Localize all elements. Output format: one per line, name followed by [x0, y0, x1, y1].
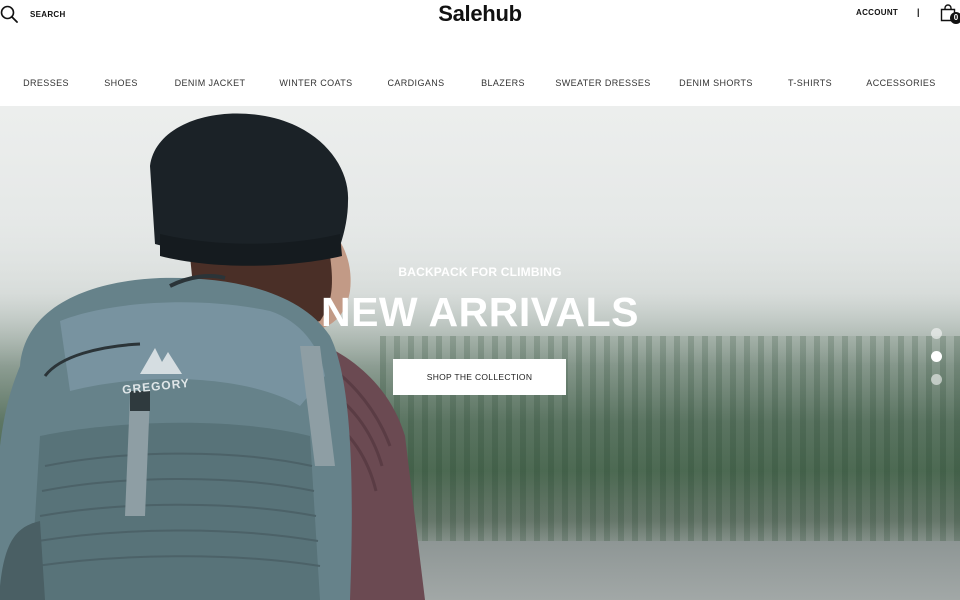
carousel-dot-2-active[interactable] — [931, 351, 942, 362]
nav-item-dresses[interactable]: DRESSES — [23, 78, 69, 88]
shop-collection-button[interactable]: SHOP THE COLLECTION — [393, 359, 566, 395]
carousel-pagination — [931, 328, 943, 388]
nav-item-blazers[interactable]: BLAZERS — [481, 78, 525, 88]
hero-subtitle: BACKPACK FOR CLIMBING — [398, 265, 562, 279]
nav-item-winter-coats[interactable]: WINTER COATS — [279, 78, 352, 88]
site-logo-wrap: Salehub — [0, 0, 960, 28]
hero-title: NEW ARRIVALS — [320, 289, 640, 335]
cart-count-badge: 0 — [950, 12, 960, 24]
hero-content: BACKPACK FOR CLIMBING NEW ARRIVALS SHOP … — [0, 106, 960, 600]
account-link[interactable]: ACCOUNT — [856, 8, 898, 17]
nav-item-denim-shorts[interactable]: DENIM SHORTS — [679, 78, 753, 88]
nav-item-cardigans[interactable]: CARDIGANS — [387, 78, 444, 88]
site-logo[interactable]: Salehub — [438, 1, 522, 26]
carousel-dot-1[interactable] — [931, 328, 942, 339]
nav-item-sweater-dresses[interactable]: SWEATER DRESSES — [555, 78, 650, 88]
cart-button[interactable]: 0 — [940, 4, 960, 28]
header-divider: | — [917, 7, 920, 17]
nav-item-accessories[interactable]: ACCESSORIES — [866, 78, 935, 88]
nav-item-shoes[interactable]: SHOES — [104, 78, 138, 88]
carousel-dot-3[interactable] — [931, 374, 942, 385]
nav-item-denim-jacket[interactable]: DENIM JACKET — [175, 78, 246, 88]
hero-banner: GREGORY BACKPACK FOR CLIMBING NEW ARRIVA… — [0, 106, 960, 600]
site-header: SEARCH Salehub ACCOUNT | 0 — [0, 0, 960, 62]
nav-item-t-shirts[interactable]: T-SHIRTS — [788, 78, 832, 88]
category-nav: DRESSES SHOES DENIM JACKET WINTER COATS … — [0, 62, 960, 106]
